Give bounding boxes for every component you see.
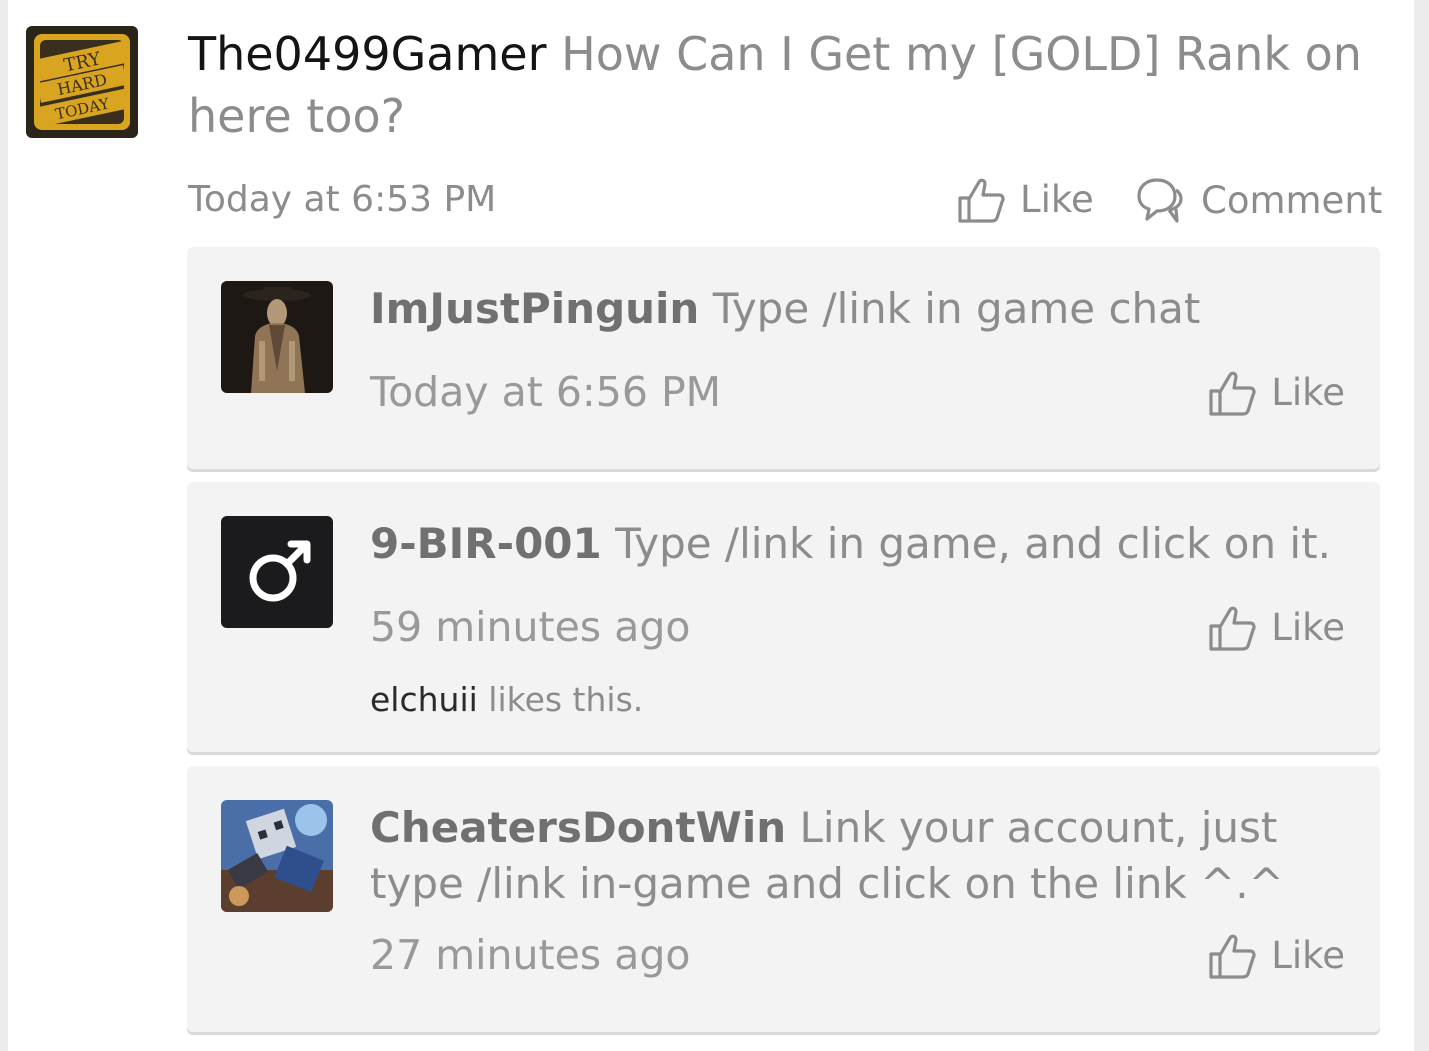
comment-author-avatar[interactable] <box>221 800 333 912</box>
comment-text: Type /link in game chat <box>712 284 1201 333</box>
comment-like-button[interactable]: Like <box>1207 604 1345 652</box>
comment-timestamp[interactable]: Today at 6:56 PM <box>370 364 721 420</box>
likes-summary: elchuii likes this. <box>370 678 643 722</box>
comment-card: 9-BIR-001 Type /link in game, and click … <box>187 482 1380 752</box>
like-label: Like <box>1020 178 1094 221</box>
like-label: Like <box>1271 606 1345 649</box>
comment-author-name[interactable]: 9-BIR-001 <box>370 519 602 568</box>
comment-like-button[interactable]: Like <box>1207 369 1345 417</box>
comment-author-name[interactable]: CheatersDontWin <box>370 803 786 852</box>
comment-content: 9-BIR-001 Type /link in game, and click … <box>370 516 1350 572</box>
try-hard-today-logo: TRY HARD TODAY <box>26 26 138 138</box>
thumbs-up-icon <box>958 178 1005 223</box>
comment-text: Type /link in game, and click on it. <box>615 519 1331 568</box>
post-content: The0499Gamer How Can I Get my [GOLD] Ran… <box>188 23 1388 147</box>
post-comment-button[interactable]: Comment <box>1133 176 1382 226</box>
post-like-button[interactable]: Like <box>956 176 1094 224</box>
comment-timestamp[interactable]: 59 minutes ago <box>370 599 690 655</box>
comment-like-button[interactable]: Like <box>1207 932 1345 980</box>
comment-card: ImJustPinguin Type /link in game chat To… <box>187 247 1380 469</box>
comment-content: CheatersDontWin Link your account, just … <box>370 800 1350 912</box>
comment-content: ImJustPinguin Type /link in game chat <box>370 281 1350 337</box>
comment-author-name[interactable]: ImJustPinguin <box>370 284 699 333</box>
avatar-image <box>221 281 333 393</box>
post-author-avatar[interactable]: TRY HARD TODAY <box>26 26 138 138</box>
male-symbol-icon <box>221 516 333 628</box>
activity-feed: TRY HARD TODAY The0499Gamer How Can I Ge… <box>8 0 1414 1051</box>
comment-card: CheatersDontWin Link your account, just … <box>187 766 1380 1032</box>
thumbs-up-icon <box>1209 371 1256 416</box>
like-label: Like <box>1271 371 1345 414</box>
comment-timestamp[interactable]: 27 minutes ago <box>370 927 690 983</box>
likes-suffix: likes this. <box>488 680 644 719</box>
avatar-image <box>221 800 333 912</box>
comment-author-avatar[interactable] <box>221 281 333 393</box>
thumbs-up-icon <box>1209 934 1256 979</box>
post-author-name[interactable]: The0499Gamer <box>188 27 546 81</box>
comment-label: Comment <box>1201 179 1383 222</box>
like-label: Like <box>1271 934 1345 977</box>
post-timestamp[interactable]: Today at 6:53 PM <box>188 176 496 224</box>
thumbs-up-icon <box>1209 606 1256 651</box>
liked-by-user[interactable]: elchuii <box>370 680 478 719</box>
speech-bubbles-icon <box>1137 178 1183 223</box>
comment-author-avatar[interactable] <box>221 516 333 628</box>
